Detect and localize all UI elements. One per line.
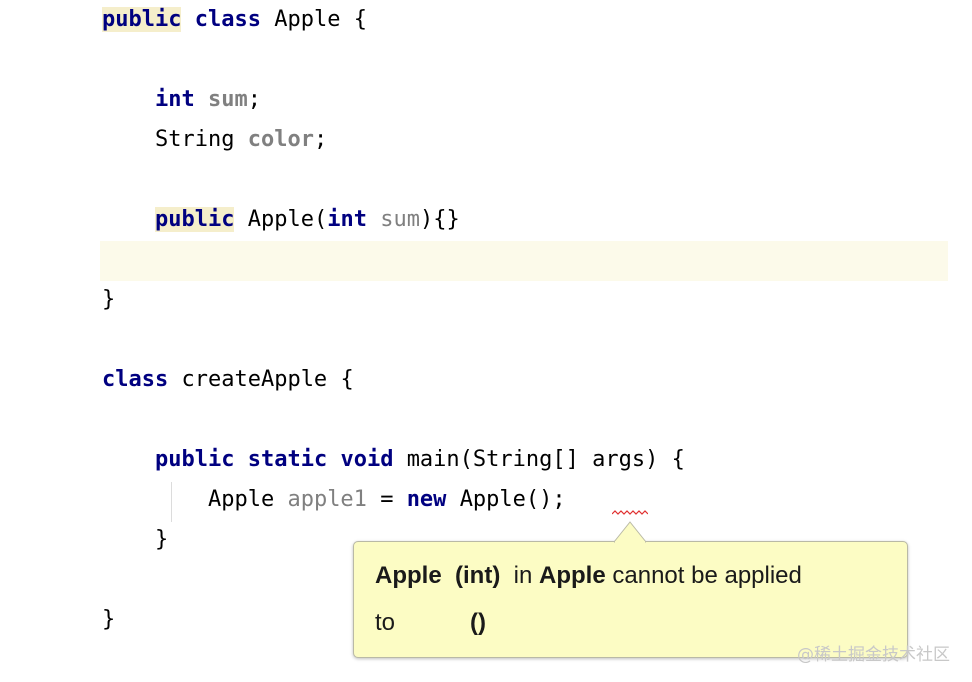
error-squiggle-icon bbox=[612, 510, 648, 515]
tooltip-message: cannot be applied bbox=[612, 562, 802, 589]
keyword-static: static bbox=[247, 447, 328, 472]
param-type-int: int bbox=[327, 207, 367, 232]
type-apple: Apple bbox=[207, 487, 275, 512]
keyword-public: public bbox=[154, 447, 235, 472]
open-brace: { bbox=[353, 7, 367, 32]
tooltip-args: () bbox=[470, 609, 486, 636]
code-line-13[interactable]: Apple apple1 = new Apple(); bbox=[102, 480, 566, 520]
keyword-public: public bbox=[154, 207, 235, 232]
type-int: int bbox=[154, 87, 195, 112]
field-sum: sum bbox=[207, 87, 248, 112]
keyword-void: void bbox=[340, 447, 394, 472]
watermark: @稀土掘金技术社区 bbox=[797, 645, 950, 665]
tooltip-line-2: to bbox=[375, 609, 395, 637]
semicolon: ; bbox=[552, 487, 566, 512]
code-line-16[interactable]: } bbox=[102, 600, 115, 640]
keyword-class: class bbox=[102, 367, 169, 392]
keyword-new: new bbox=[406, 487, 447, 512]
constructor-tail: ){} bbox=[419, 207, 460, 232]
tooltip-line-1: Apple (int) in Apple cannot be applied bbox=[375, 562, 802, 590]
error-args[interactable]: () bbox=[526, 487, 553, 512]
code-line-8[interactable]: } bbox=[102, 280, 115, 320]
tooltip-pointer-icon bbox=[614, 521, 646, 543]
keyword-class: class bbox=[194, 7, 261, 32]
code-line-14[interactable]: } bbox=[102, 520, 168, 560]
field-color: color bbox=[247, 127, 314, 152]
tooltip-in: in bbox=[513, 562, 533, 589]
semicolon: ; bbox=[313, 127, 328, 152]
close-brace: } bbox=[102, 287, 116, 312]
semicolon: ; bbox=[247, 87, 261, 112]
code-line-3[interactable]: int sum; bbox=[102, 80, 261, 120]
code-line-10[interactable]: class createApple { bbox=[102, 360, 354, 400]
param-sum: sum bbox=[380, 207, 420, 232]
code-line-4[interactable]: String color; bbox=[102, 120, 327, 160]
class-name: Apple bbox=[274, 7, 341, 32]
open-brace: { bbox=[340, 367, 354, 392]
close-brace: } bbox=[102, 607, 116, 632]
assign-operator: = bbox=[380, 487, 394, 512]
tooltip-owner: Apple bbox=[539, 562, 606, 589]
tooltip-method-name: Apple bbox=[375, 562, 442, 589]
code-line-6[interactable]: public Apple(int sum){} bbox=[102, 200, 460, 240]
tooltip-params: (int) bbox=[455, 562, 501, 589]
code-line-12[interactable]: public static void main(String[] args) { bbox=[102, 440, 685, 480]
keyword-public: public bbox=[102, 7, 182, 32]
tooltip-line-2-args: () bbox=[470, 609, 486, 637]
constructor-call: Apple bbox=[459, 487, 526, 512]
type-string: String bbox=[154, 127, 235, 152]
code-line-1[interactable]: public class Apple { bbox=[102, 0, 367, 40]
class-name: createApple bbox=[181, 367, 328, 392]
constructor-name: Apple( bbox=[247, 207, 328, 232]
current-line-highlight bbox=[100, 241, 948, 281]
tooltip-to: to bbox=[375, 609, 396, 636]
method-signature: main(String[] args) { bbox=[406, 447, 685, 472]
variable-apple1: apple1 bbox=[287, 487, 367, 512]
close-brace: } bbox=[154, 527, 169, 552]
